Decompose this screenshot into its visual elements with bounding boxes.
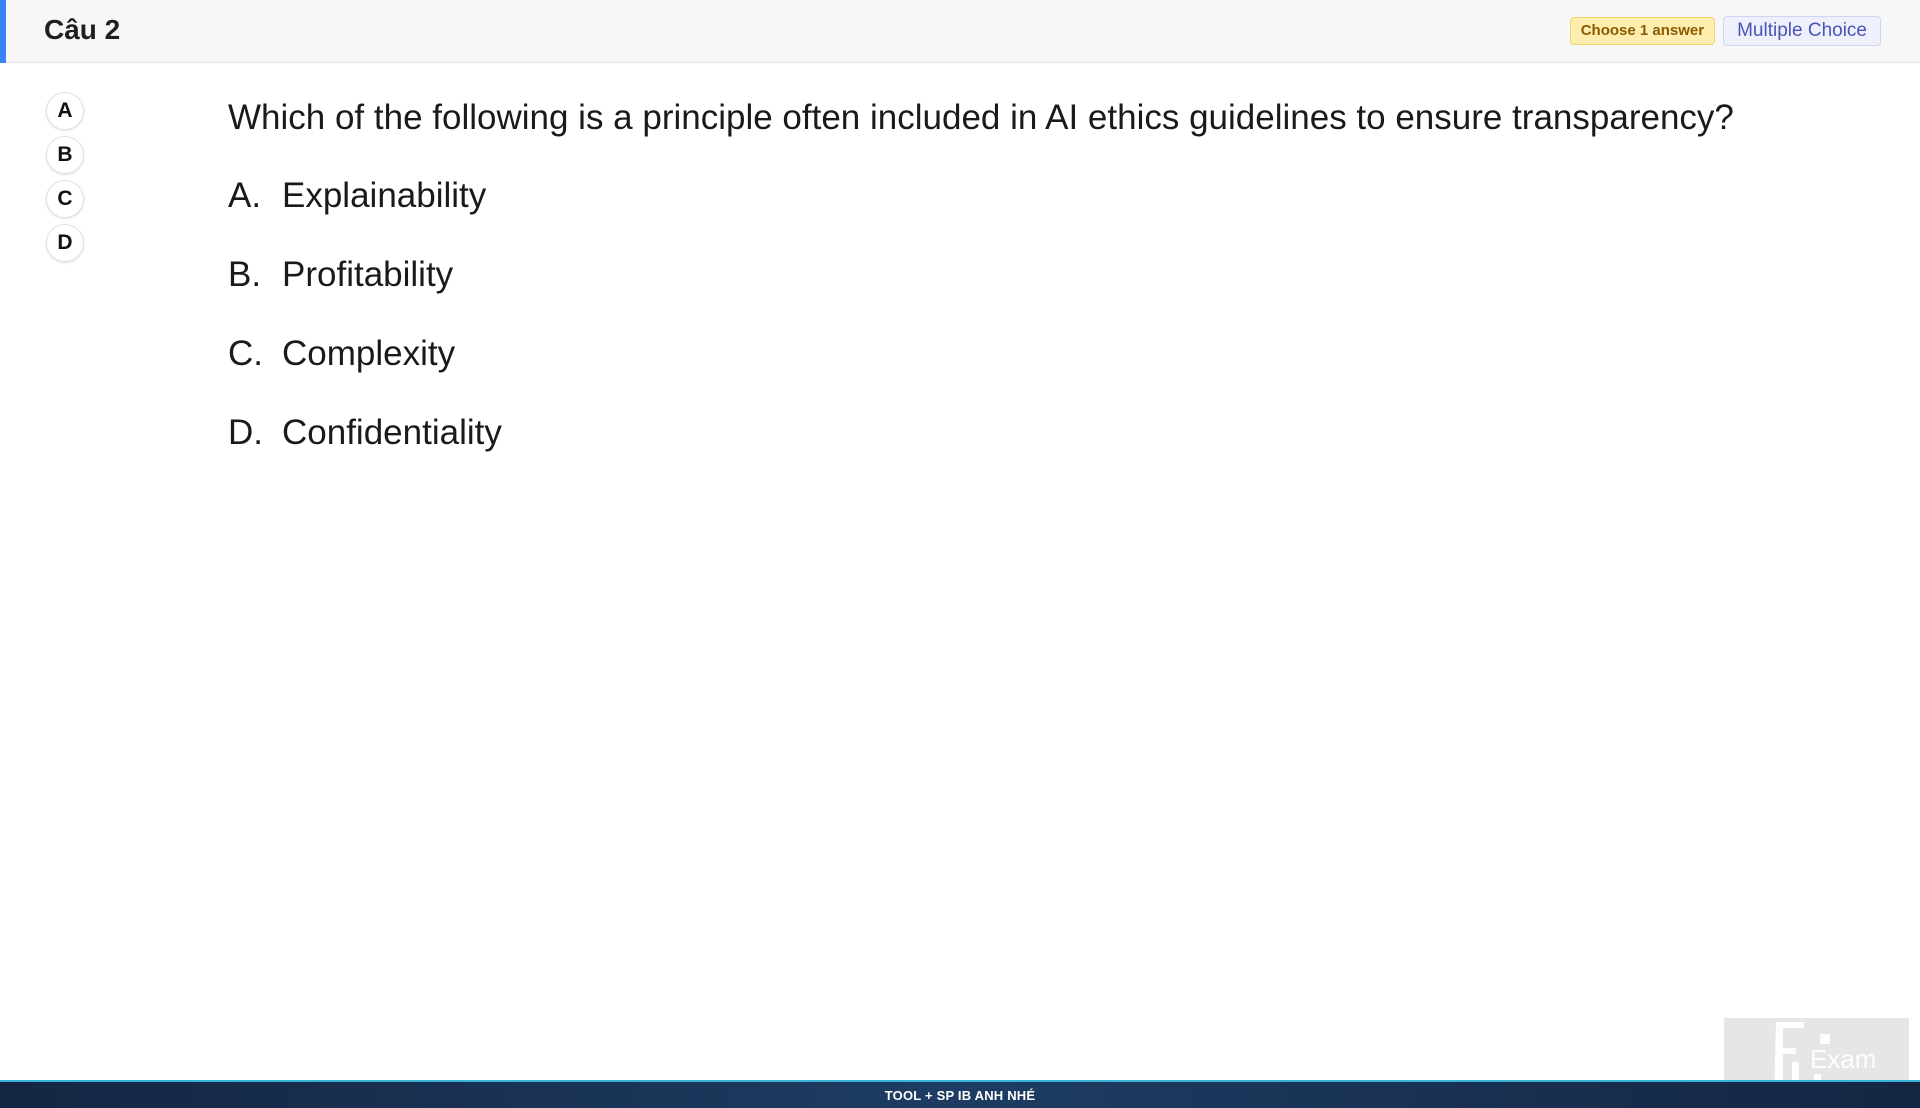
option-text: Confidentiality xyxy=(282,413,502,452)
question-text: Which of the following is a principle of… xyxy=(228,98,1734,137)
answer-button-d[interactable]: D xyxy=(46,224,84,262)
option-b: B. Profitability xyxy=(228,251,1868,299)
footer-bar: TOOL + SP IB ANH NHÉ xyxy=(0,1080,1920,1108)
footer-text: TOOL + SP IB ANH NHÉ xyxy=(884,1087,1036,1103)
answer-button-a[interactable]: A xyxy=(46,92,84,130)
header-accent-bar xyxy=(0,0,6,63)
logo-text: Exam xyxy=(1810,1044,1876,1074)
question-number: Câu 2 xyxy=(44,14,121,45)
answer-button-c[interactable]: C xyxy=(46,180,84,218)
question-badges: Choose 1 answer Multiple Choice xyxy=(1569,16,1881,46)
option-c: C. Complexity xyxy=(228,330,1868,378)
option-a: A. Explainability xyxy=(228,172,1868,220)
choose-answer-badge: Choose 1 answer xyxy=(1569,17,1716,45)
question-header: Câu 2 Choose 1 answer Multiple Choice xyxy=(0,0,1920,63)
option-text: Explainability xyxy=(282,176,487,215)
option-letter: B. xyxy=(228,255,262,294)
option-text: Profitability xyxy=(282,255,454,294)
option-letter: C. xyxy=(228,334,263,373)
question-content: Which of the following is a principle of… xyxy=(228,94,1868,488)
option-text: Complexity xyxy=(282,334,456,373)
option-d: D. Confidentiality xyxy=(228,409,1868,457)
option-letter: A. xyxy=(228,176,262,215)
question-type-badge: Multiple Choice xyxy=(1723,16,1881,46)
answer-selector: A B C D xyxy=(46,92,84,262)
option-letter: D. xyxy=(228,413,263,452)
exam-page: Câu 2 Choose 1 answer Multiple Choice A … xyxy=(0,0,1920,1108)
answer-button-b[interactable]: B xyxy=(46,136,84,174)
